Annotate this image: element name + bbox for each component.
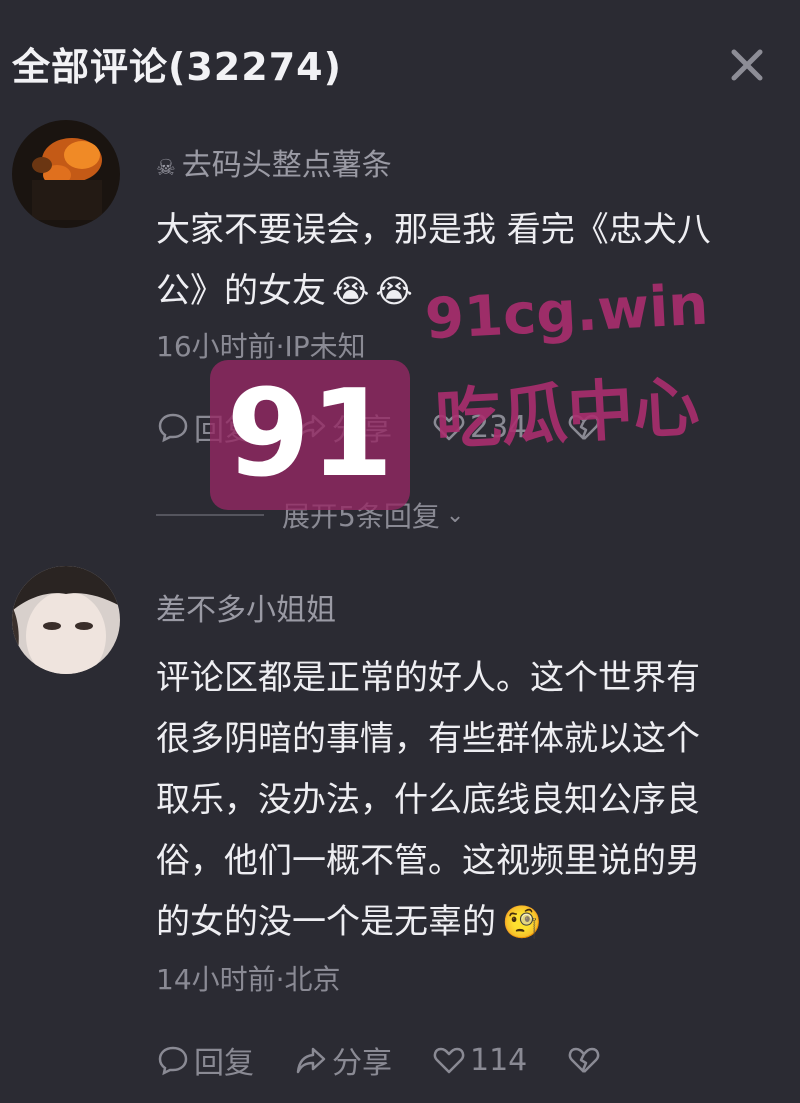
comment-text-line: 公》的女友 😭 😭 [156,271,413,311]
comment-text-line: 俗，他们一概不管。这视频里说的男 [156,841,700,881]
share-icon [296,414,326,441]
comment-username[interactable]: 差不多小姐姐 [156,585,336,629]
skull-icon: ☠ [156,156,176,181]
thinking-emoji: 🧐 [502,903,542,941]
comment-text-line: 的女的没一个是无辜的 🧐 [156,902,542,942]
broken-heart-icon [568,1047,600,1073]
like-button[interactable]: 234 [432,410,527,445]
reply-icon [158,413,188,443]
comment-username[interactable]: ☠ 去码头整点薯条 [156,140,392,184]
expand-replies-row: 展开5条回复 ⌄ [156,495,464,535]
heart-icon [433,1047,465,1074]
crying-emoji: 😭 [332,272,370,310]
dislike-button[interactable] [567,1043,605,1077]
comment-meta: 14小时前·北京 [156,963,341,996]
comment-text-line: 评论区都是正常的好人。这个世界有 [156,658,700,698]
comment-text-line: 取乐，没办法，什么底线良知公序良 [156,780,700,820]
broken-heart-icon [568,414,600,440]
divider-line [156,514,264,516]
crying-emoji: 😭 [375,272,413,310]
share-icon [296,1047,326,1074]
expand-replies-button[interactable]: 展开5条回复 ⌄ [282,495,464,535]
reply-button[interactable]: 回复 [156,1038,254,1082]
comment-text: 大家不要误会，那是我 看完《忠犬八 公》的女友 😭 😭 [156,200,776,322]
share-button[interactable]: 分享 [294,1038,392,1082]
reply-button[interactable]: 回复 [156,405,254,449]
comments-header: 全部评论(32274) [0,0,800,110]
comment-text: 评论区都是正常的好人。这个世界有 很多阴暗的事情，有些群体就以这个 取乐，没办法… [156,648,776,953]
avatar[interactable] [12,120,120,228]
comment-actions: 回复 分享 114 [156,1038,645,1082]
reply-icon [158,1046,188,1076]
comments-title: 全部评论(32274) [12,45,342,89]
comment-actions: 回复 分享 234 [156,405,645,449]
chevron-down-icon: ⌄ [445,502,465,528]
avatar[interactable] [12,566,120,674]
close-button[interactable] [722,40,772,90]
comment-text-line: 很多阴暗的事情，有些群体就以这个 [156,719,700,759]
dislike-button[interactable] [567,410,605,444]
like-count: 234 [470,409,528,445]
like-count: 114 [470,1042,528,1078]
comment-meta: 16小时前·IP未知 [156,330,366,363]
like-button[interactable]: 114 [432,1043,527,1078]
heart-icon [433,414,465,441]
comment-text-line: 大家不要误会，那是我 看完《忠犬八 [156,210,711,250]
close-icon [731,49,763,81]
share-button[interactable]: 分享 [294,405,392,449]
